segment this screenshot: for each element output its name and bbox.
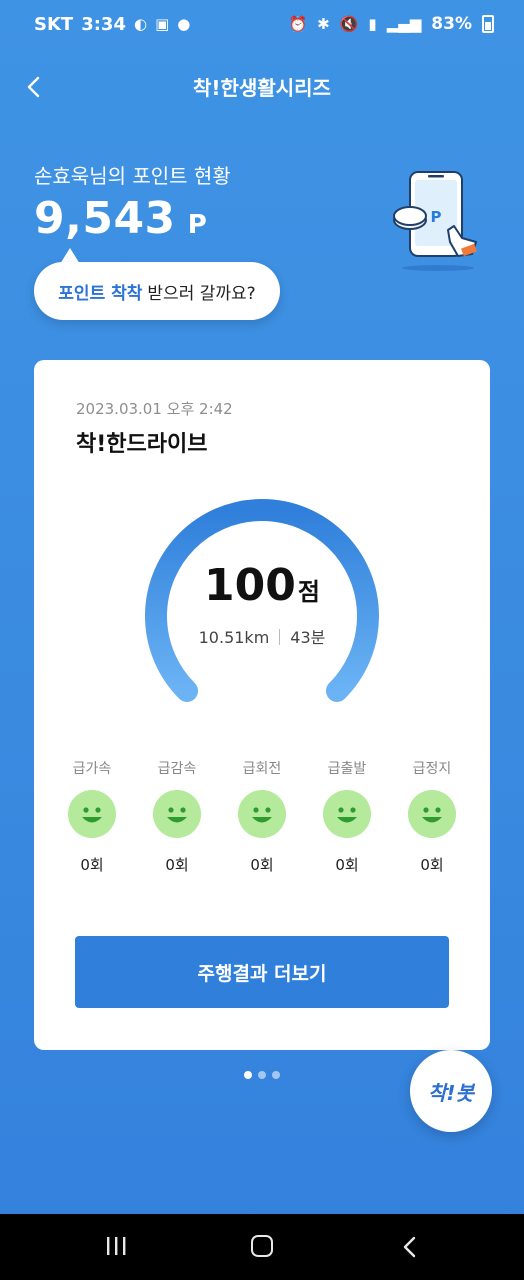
event-label: 급감속	[157, 761, 197, 777]
points-owner-label: 손효욱님의 포인트 현황	[34, 164, 231, 188]
view-drive-results-button[interactable]: 주행결과 더보기	[75, 936, 449, 1008]
smile-face-icon	[238, 790, 286, 838]
calendar-notification-icon: ▣	[155, 15, 170, 33]
phone-point-illustration: P	[393, 171, 477, 271]
points-amount: 9,543	[34, 193, 176, 244]
signal-5g-icon: ▮	[368, 14, 377, 33]
page-dot-1[interactable]	[244, 1071, 252, 1079]
smile-face-icon	[323, 790, 371, 838]
event-rapid-acceleration: 급가속 0회	[54, 758, 130, 875]
event-label: 급가속	[72, 761, 112, 777]
signal-bars-icon: ▂▄▆	[386, 14, 422, 33]
time-label: 3:34	[81, 14, 126, 35]
page-dot-2[interactable]	[258, 1071, 266, 1079]
chatbot-button[interactable]: 착!봇	[410, 1050, 492, 1132]
status-bar: SKT 3:34 ◐ ▣ ● ⏰ ✱ 🔇 ▮ ▂▄▆ 83%	[0, 0, 524, 56]
event-count: 0회	[165, 856, 189, 874]
bubble-highlight: 포인트 착착	[58, 283, 143, 304]
drive-distance: 10.51km	[198, 628, 270, 647]
points-unit: P	[187, 210, 207, 240]
event-label: 급출발	[327, 761, 367, 777]
drive-duration: 43분	[290, 628, 326, 647]
event-count: 0회	[420, 856, 444, 874]
score-unit: 점	[297, 578, 320, 606]
mute-icon: 🔇	[339, 14, 359, 33]
chat-notification-icon: ●	[177, 15, 191, 33]
event-count: 0회	[80, 856, 104, 874]
battery-icon	[482, 15, 494, 33]
event-sharp-turn: 급회전 0회	[224, 758, 300, 875]
event-rapid-deceleration: 급감속 0회	[139, 758, 215, 875]
event-count: 0회	[335, 856, 359, 874]
summary-divider	[279, 629, 281, 645]
event-rapid-start: 급출발 0회	[309, 758, 385, 875]
drive-result-card[interactable]: 2023.03.01 오후 2:42 착!한드라이브 100점 10.51km 4…	[34, 360, 490, 1050]
smile-face-icon	[408, 790, 456, 838]
page-dot-3[interactable]	[272, 1071, 280, 1079]
driving-events: 급가속 0회 급감속 0회 급회전 0회 급출발 0회 급정지 0회	[54, 758, 470, 875]
score-value: 100	[204, 560, 296, 611]
event-label: 급정지	[412, 761, 452, 777]
event-sudden-stop: 급정지 0회	[394, 758, 470, 875]
points-total: 9,543 P	[34, 193, 207, 244]
carrier-label: SKT	[34, 14, 74, 35]
svg-text:P: P	[431, 208, 442, 226]
drive-datetime: 2023.03.01 오후 2:42	[76, 400, 233, 418]
nav-back-icon[interactable]	[400, 1236, 420, 1258]
page-indicator	[244, 1071, 280, 1079]
alarm-icon: ⏰	[288, 14, 308, 33]
recent-apps-icon[interactable]	[105, 1236, 127, 1256]
event-count: 0회	[250, 856, 274, 874]
battery-percent: 83%	[431, 14, 472, 34]
app-notification-icon: ◐	[133, 15, 148, 33]
drive-score: 100점	[34, 560, 490, 611]
bubble-text: 받으러 갈까요?	[147, 283, 256, 304]
drive-summary: 10.51km 43분	[34, 624, 490, 648]
smile-face-icon	[153, 790, 201, 838]
bluetooth-icon: ✱	[317, 14, 330, 33]
event-label: 급회전	[242, 761, 282, 777]
point-collect-bubble[interactable]: 포인트 착착 받으러 갈까요?	[34, 262, 280, 320]
smile-face-icon	[68, 790, 116, 838]
page-title: 착!한생활시리즈	[193, 76, 331, 100]
home-icon[interactable]	[251, 1235, 273, 1257]
drive-title: 착!한드라이브	[76, 432, 208, 457]
